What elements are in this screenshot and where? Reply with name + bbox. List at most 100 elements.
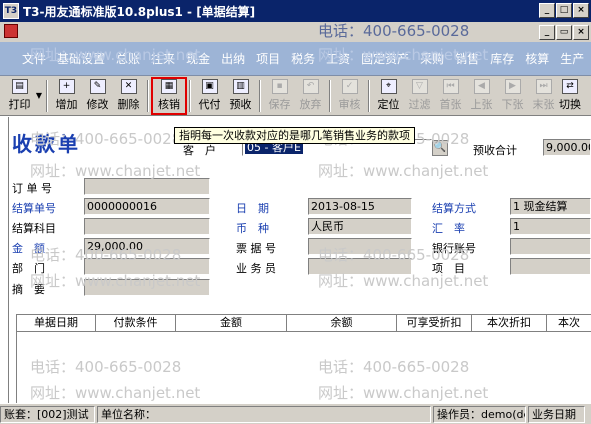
app-icon: T3: [3, 3, 19, 19]
menu-accounting[interactable]: 核算: [525, 50, 549, 67]
discard-button[interactable]: ↶ 放弃: [295, 78, 326, 114]
menu-basic-settings[interactable]: 基础设置: [57, 50, 105, 67]
prev-icon: ◀: [473, 78, 490, 94]
project-field[interactable]: [510, 258, 591, 275]
print-dropdown-icon[interactable]: ▼: [35, 91, 43, 100]
rate-field[interactable]: 1: [510, 218, 591, 235]
delete-icon: ✕: [120, 78, 137, 94]
menu-general-ledger[interactable]: 总账: [116, 50, 140, 67]
menu-production[interactable]: 生产: [560, 50, 584, 67]
first-label: 首张: [439, 97, 462, 111]
prev-label: 上张: [470, 97, 493, 111]
delete-button[interactable]: ✕ 删除: [113, 78, 144, 114]
add-button[interactable]: + 增加: [51, 78, 82, 114]
mdi-restore-button[interactable]: ▭: [556, 25, 572, 40]
menu-project[interactable]: 项目: [256, 50, 280, 67]
column-header[interactable]: 本次: [547, 315, 591, 331]
currency-field[interactable]: 人民币: [308, 218, 412, 235]
close-button[interactable]: ×: [573, 3, 589, 18]
menu-cashier[interactable]: 出纳: [221, 50, 245, 67]
bill-no-label: 票 据 号: [236, 242, 276, 255]
bank-account-label: 银行账号: [432, 242, 476, 255]
toolbar-separator: [46, 79, 48, 112]
locate-button[interactable]: ⌖ 定位: [373, 78, 404, 114]
menu-inventory[interactable]: 库存: [490, 50, 514, 67]
switch-button[interactable]: ⇄ 切换: [559, 78, 581, 114]
order-no-field[interactable]: [84, 178, 210, 195]
modify-button[interactable]: ✎ 修改: [82, 78, 113, 114]
bank-account-field[interactable]: [510, 238, 591, 255]
last-button[interactable]: ⏭ 末张: [528, 78, 559, 114]
currency-label: 币 种: [236, 222, 269, 235]
status-operator: 操作员：demo(de: [433, 405, 526, 423]
menu-tax[interactable]: 税务: [291, 50, 315, 67]
summary-field[interactable]: [84, 279, 210, 296]
mdi-close-button[interactable]: ×: [573, 25, 589, 40]
search-icon[interactable]: 🔍: [432, 140, 448, 156]
date-field[interactable]: 2013-08-15: [308, 198, 412, 215]
staff-field[interactable]: [308, 258, 412, 275]
status-bar: 账套：[002]测试 单位名称： 操作员：demo(de 业务日期: [0, 403, 591, 424]
document-icon[interactable]: [4, 24, 18, 38]
menu-payroll[interactable]: 工资: [326, 50, 350, 67]
column-header[interactable]: 余额: [287, 315, 397, 331]
menu-fixed-assets[interactable]: 固定资产: [361, 50, 409, 67]
column-header[interactable]: 本次折扣: [472, 315, 547, 331]
toolbar-separator: [147, 79, 149, 112]
menu-cash[interactable]: 现金: [186, 50, 210, 67]
column-header[interactable]: 金额: [176, 315, 287, 331]
settle-no-field[interactable]: 0000000016: [84, 198, 210, 215]
menu-purchase[interactable]: 采购: [420, 50, 444, 67]
prev-button[interactable]: ◀ 上张: [466, 78, 497, 114]
column-header[interactable]: 单据日期: [17, 315, 96, 331]
voucher-title: 收款单: [12, 132, 81, 156]
main-menu: 文件 基础设置 总账 往来 现金 出纳 项目 税务 工资 固定资产 采购 销售 …: [0, 42, 591, 76]
menu-file[interactable]: 文件: [22, 50, 46, 67]
column-header[interactable]: 可享受折扣: [397, 315, 472, 331]
writeoff-tooltip: 指明每一次收款对应的是哪几笔销售业务的款项: [174, 127, 415, 144]
date-label: 日 期: [236, 202, 269, 215]
amount-field[interactable]: 29,000.00: [84, 238, 210, 255]
first-button[interactable]: ⏮ 首张: [435, 78, 466, 114]
toolbar: ▤ 打印 ▼ + 增加 ✎ 修改 ✕ 删除 ▦ 核销 ▣ 代付 ▥ 预收 ▪ 保存 ↶ 放弃 ✓ 审…: [0, 76, 591, 116]
next-button[interactable]: ▶ 下张: [497, 78, 528, 114]
audit-button[interactable]: ✓ 审核: [334, 78, 365, 114]
discard-icon: ↶: [302, 78, 319, 94]
maximize-button[interactable]: □: [556, 3, 572, 18]
writeoff-button[interactable]: ▦ 核销: [151, 76, 187, 115]
next-label: 下张: [501, 97, 524, 111]
mdi-minimize-button[interactable]: _: [539, 25, 555, 40]
prepay-button[interactable]: ▥ 预收: [225, 78, 256, 114]
bill-no-field[interactable]: [308, 238, 412, 255]
toolbar-separator: [189, 79, 191, 112]
agent-pay-button[interactable]: ▣ 代付: [194, 78, 225, 114]
prepay-total-label: 预收合计: [473, 144, 517, 157]
dept-field[interactable]: [84, 258, 210, 275]
first-icon: ⏮: [442, 78, 459, 94]
minimize-button[interactable]: _: [539, 3, 555, 18]
last-icon: ⏭: [535, 78, 552, 94]
menu-receivables[interactable]: 往来: [151, 50, 175, 67]
settle-subject-field[interactable]: [84, 218, 210, 235]
audit-icon: ✓: [341, 78, 358, 94]
amount-label: 金 额: [12, 242, 45, 255]
print-label: 打印: [8, 97, 31, 111]
filter-icon: ▽: [411, 78, 428, 94]
locate-label: 定位: [377, 97, 400, 111]
order-no-label: 订 单 号: [12, 182, 52, 195]
status-business-date: 业务日期: [528, 405, 585, 423]
staff-label: 业 务 员: [236, 262, 276, 275]
edit-icon: ✎: [89, 78, 106, 94]
status-unit: 单位名称：: [97, 405, 431, 423]
save-button[interactable]: ▪ 保存: [264, 78, 295, 114]
settle-method-field[interactable]: 1 现金结算: [510, 198, 591, 215]
writeoff-icon: ▦: [161, 78, 177, 94]
detail-grid: 单据日期 付款条件 金额 余额 可享受折扣 本次折扣 本次: [16, 314, 591, 403]
column-header[interactable]: 付款条件: [96, 315, 176, 331]
save-label: 保存: [268, 97, 291, 111]
menu-sales[interactable]: 销售: [455, 50, 479, 67]
project-label: 项 目: [432, 262, 465, 275]
filter-button[interactable]: ▽ 过滤: [404, 78, 435, 114]
agent-pay-icon: ▣: [201, 78, 218, 94]
print-button[interactable]: ▤ 打印: [4, 78, 35, 114]
